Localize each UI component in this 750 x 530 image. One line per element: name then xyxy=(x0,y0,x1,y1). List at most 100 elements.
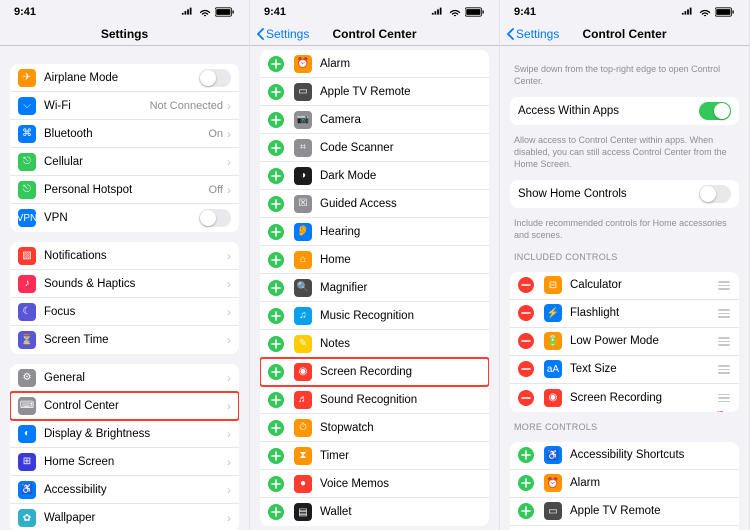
drag-handle-icon[interactable] xyxy=(717,365,731,374)
row-cellular[interactable]: ⎋Cellular› xyxy=(10,148,239,176)
nav-title: Control Center xyxy=(333,27,417,41)
row-focus[interactable]: ☾Focus› xyxy=(10,298,239,326)
row-wi-fi[interactable]: ⌵Wi-FiNot Connected› xyxy=(10,92,239,120)
add-button[interactable] xyxy=(268,392,284,408)
row-apple-tv-remote[interactable]: ▭Apple TV Remote xyxy=(260,78,489,106)
switch-home[interactable] xyxy=(699,185,731,203)
back-label: Settings xyxy=(516,27,559,41)
add-button[interactable] xyxy=(268,168,284,184)
row-personal-hotspot[interactable]: ⎋Personal HotspotOff› xyxy=(10,176,239,204)
row-label: Alarm xyxy=(570,477,731,489)
drag-handle-icon[interactable] xyxy=(717,394,731,403)
row-label: Hearing xyxy=(320,226,481,238)
row-hearing[interactable]: 👂Hearing xyxy=(260,218,489,246)
row-screen-recording[interactable]: ◉Screen Recording xyxy=(510,384,739,412)
row-sound-recognition[interactable]: ♬Sound Recognition xyxy=(260,386,489,414)
low-power-mode-icon: 🔋 xyxy=(544,332,562,350)
row-sounds-haptics[interactable]: ♪Sounds & Haptics› xyxy=(10,270,239,298)
row-home[interactable]: ⌂Home xyxy=(260,246,489,274)
add-button[interactable] xyxy=(268,448,284,464)
chevron-right-icon: › xyxy=(227,455,231,469)
back-button[interactable]: Settings xyxy=(256,27,309,41)
add-button[interactable] xyxy=(268,56,284,72)
drag-handle-icon[interactable] xyxy=(717,281,731,290)
row-label: Wi-Fi xyxy=(44,100,150,112)
row-magnifier[interactable]: 🔍Magnifier xyxy=(260,274,489,302)
detail-text: Not Connected xyxy=(150,100,223,112)
home-footer: Include recommended controls for Home ac… xyxy=(514,218,735,241)
row-accessibility-shortcuts[interactable]: ♿Accessibility Shortcuts xyxy=(510,442,739,470)
add-button[interactable] xyxy=(268,504,284,520)
switch[interactable] xyxy=(199,69,231,87)
row-music-recognition[interactable]: ♫Music Recognition xyxy=(260,302,489,330)
add-button[interactable] xyxy=(268,420,284,436)
add-button[interactable] xyxy=(268,280,284,296)
row-home-screen[interactable]: ⊞Home Screen› xyxy=(10,448,239,476)
drag-handle-icon[interactable] xyxy=(717,337,731,346)
remove-button[interactable] xyxy=(518,305,534,321)
add-button[interactable] xyxy=(268,196,284,212)
remove-button[interactable] xyxy=(518,390,534,406)
drag-handle-icon[interactable] xyxy=(717,309,731,318)
row-notifications[interactable]: ▧Notifications› xyxy=(10,242,239,270)
row-timer[interactable]: ⧗Timer xyxy=(260,442,489,470)
row-flashlight[interactable]: ⚡Flashlight xyxy=(510,300,739,328)
row-airplane-mode[interactable]: ✈Airplane Mode xyxy=(10,64,239,92)
row-guided-access[interactable]: ☒Guided Access xyxy=(260,190,489,218)
row-accessibility[interactable]: ♿Accessibility› xyxy=(10,476,239,504)
switch-access[interactable] xyxy=(699,102,731,120)
row-wallet[interactable]: ▤Wallet xyxy=(260,498,489,526)
add-button[interactable] xyxy=(268,476,284,492)
add-button[interactable] xyxy=(268,84,284,100)
row-label: General xyxy=(44,372,227,384)
remove-button[interactable] xyxy=(518,361,534,377)
add-button[interactable] xyxy=(268,336,284,352)
row-alarm[interactable]: ⏰Alarm xyxy=(510,470,739,498)
wallet-icon: ▤ xyxy=(294,503,312,521)
row-alarm[interactable]: ⏰Alarm xyxy=(260,50,489,78)
nav-title: Settings xyxy=(101,27,148,41)
add-button[interactable] xyxy=(268,364,284,380)
row-text-size[interactable]: aAText Size xyxy=(510,356,739,384)
add-button[interactable] xyxy=(518,447,534,463)
settings-group-connectivity: ✈Airplane Mode⌵Wi-FiNot Connected›⌘Bluet… xyxy=(10,64,239,232)
screen-time-icon: ⏳ xyxy=(18,331,36,349)
row-access-within-apps[interactable]: Access Within Apps xyxy=(510,97,739,125)
row-label: Focus xyxy=(44,306,227,318)
row-general[interactable]: ⚙General› xyxy=(10,364,239,392)
row-wallpaper[interactable]: ✿Wallpaper› xyxy=(10,504,239,530)
row-notes[interactable]: ✎Notes xyxy=(260,330,489,358)
row-low-power-mode[interactable]: 🔋Low Power Mode xyxy=(510,328,739,356)
row-screen-time[interactable]: ⏳Screen Time› xyxy=(10,326,239,354)
row-show-home-controls[interactable]: Show Home Controls xyxy=(510,180,739,208)
chevron-right-icon: › xyxy=(227,305,231,319)
row-code-scanner[interactable]: ⌗Code Scanner xyxy=(260,134,489,162)
row-apple-tv-remote[interactable]: ▭Apple TV Remote xyxy=(510,498,739,526)
chevron-right-icon: › xyxy=(227,127,231,141)
row-screen-recording[interactable]: ◉Screen Recording xyxy=(260,358,489,386)
row-camera[interactable]: 📷Camera xyxy=(510,526,739,530)
row-camera[interactable]: 📷Camera xyxy=(260,106,489,134)
add-button[interactable] xyxy=(268,140,284,156)
chevron-right-icon: › xyxy=(227,155,231,169)
add-button[interactable] xyxy=(518,475,534,491)
row-control-center[interactable]: ⌨Control Center› xyxy=(10,392,239,420)
chevron-right-icon: › xyxy=(227,511,231,525)
add-button[interactable] xyxy=(268,252,284,268)
row-dark-mode[interactable]: ◑Dark Mode xyxy=(260,162,489,190)
add-button[interactable] xyxy=(268,308,284,324)
add-button[interactable] xyxy=(268,224,284,240)
remove-button[interactable] xyxy=(518,333,534,349)
switch[interactable] xyxy=(199,209,231,227)
add-button[interactable] xyxy=(518,503,534,519)
remove-button[interactable] xyxy=(518,277,534,293)
row-voice-memos[interactable]: ●Voice Memos xyxy=(260,470,489,498)
stopwatch-icon: ⏱ xyxy=(294,419,312,437)
row-stopwatch[interactable]: ⏱Stopwatch xyxy=(260,414,489,442)
row-bluetooth[interactable]: ⌘BluetoothOn› xyxy=(10,120,239,148)
row-display-brightness[interactable]: ◐Display & Brightness› xyxy=(10,420,239,448)
row-vpn[interactable]: VPNVPN xyxy=(10,204,239,232)
add-button[interactable] xyxy=(268,112,284,128)
row-calculator[interactable]: ⊟Calculator xyxy=(510,272,739,300)
back-button[interactable]: Settings xyxy=(506,27,559,41)
